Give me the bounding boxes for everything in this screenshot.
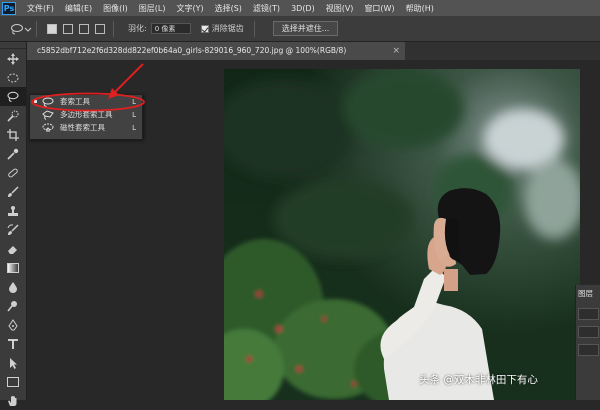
crop-tool[interactable] — [0, 125, 26, 144]
clone-stamp-icon — [8, 205, 18, 216]
document-tab[interactable]: c5852dbf712e2f6d328dd822ef0b64a0_girls-8… — [27, 42, 405, 60]
marquee-icon — [7, 73, 19, 82]
lasso-tool[interactable] — [0, 87, 26, 106]
panel-field[interactable] — [578, 326, 599, 338]
flyout-item-polygonal-lasso[interactable]: 多边形套索工具 L — [30, 108, 142, 121]
divider — [113, 20, 114, 37]
tool-preset-picker[interactable] — [10, 22, 32, 36]
hand-tool[interactable] — [0, 391, 26, 410]
flyout-item-label: 磁性套索工具 — [60, 123, 105, 132]
flyout-item-shortcut: L — [132, 123, 136, 132]
marquee-tool[interactable] — [0, 68, 26, 87]
eyedropper-icon — [7, 148, 19, 160]
add-to-selection-button[interactable] — [63, 23, 73, 34]
menu-file[interactable]: 文件(F) — [27, 3, 54, 14]
select-and-mask-button[interactable]: 选择并遮住... — [272, 21, 339, 36]
pen-tool[interactable] — [0, 315, 26, 334]
feather-label: 羽化: — [128, 24, 147, 33]
options-bar: 羽化: 0 像素 消除锯齿 选择并遮住... — [0, 16, 600, 42]
menu-image[interactable]: 图像(I) — [103, 3, 128, 14]
pen-icon — [8, 318, 18, 330]
history-brush-icon — [7, 223, 19, 235]
new-selection-button[interactable] — [47, 23, 57, 34]
eraser-tool[interactable] — [0, 239, 26, 258]
subtract-from-selection-button[interactable] — [79, 23, 89, 34]
intersect-selection-button[interactable] — [95, 23, 105, 34]
menu-view[interactable]: 视图(V) — [326, 3, 354, 14]
flyout-item-label: 套索工具 — [60, 97, 90, 106]
healing-brush-icon — [8, 168, 18, 177]
brush-icon — [8, 185, 19, 197]
healing-brush-tool[interactable] — [0, 163, 26, 182]
menu-filter[interactable]: 滤镜(T) — [253, 3, 280, 14]
antialias-checkbox[interactable] — [200, 24, 209, 33]
menu-window[interactable]: 窗口(W) — [364, 3, 394, 14]
panel-field[interactable] — [578, 308, 599, 320]
flyout-item-shortcut: L — [132, 110, 136, 119]
selected-indicator — [34, 100, 37, 103]
type-icon — [8, 338, 18, 349]
antialias-label: 消除锯齿 — [211, 24, 244, 33]
move-icon — [7, 52, 19, 65]
move-tool[interactable] — [0, 49, 26, 68]
flyout-item-label: 多边形套索工具 — [60, 110, 113, 119]
quick-select-tool[interactable] — [0, 106, 26, 125]
magnetic-lasso-icon — [42, 123, 54, 132]
toolbar-grip[interactable] — [0, 42, 26, 49]
blur-icon — [9, 281, 17, 293]
layers-panel-title: 图层 — [578, 289, 593, 298]
layers-panel[interactable]: 图层 — [575, 285, 600, 400]
tools-panel — [0, 42, 27, 406]
dodge-icon — [7, 300, 17, 311]
history-brush-tool[interactable] — [0, 220, 26, 239]
flyout-item-lasso[interactable]: 套索工具 L — [30, 95, 142, 108]
panel-field[interactable] — [578, 344, 599, 356]
lasso-tool-flyout: 套索工具 L 多边形套索工具 L 磁性套索工具 L — [29, 94, 143, 140]
quick-select-icon — [7, 110, 19, 122]
document-tab-bar: c5852dbf712e2f6d328dd822ef0b64a0_girls-8… — [27, 42, 600, 60]
crop-icon — [7, 128, 19, 141]
lasso-icon — [42, 97, 54, 107]
blur-tool[interactable] — [0, 277, 26, 296]
divider — [36, 20, 37, 37]
flyout-item-shortcut: L — [132, 97, 136, 106]
menu-help[interactable]: 帮助(H) — [406, 3, 434, 14]
photo-image — [224, 69, 580, 400]
photo-canvas[interactable] — [224, 69, 580, 400]
gradient-icon — [7, 262, 19, 273]
menu-edit[interactable]: 编辑(E) — [65, 3, 92, 14]
brush-tool[interactable] — [0, 182, 26, 201]
feather-input[interactable]: 0 像素 — [150, 23, 191, 34]
polygonal-lasso-icon — [42, 109, 54, 120]
path-select-icon — [10, 357, 17, 369]
menu-layer[interactable]: 图层(L) — [139, 3, 166, 14]
menu-bar: Ps 文件(F) 编辑(E) 图像(I) 图层(L) 文字(Y) 选择(S) 滤… — [0, 0, 600, 16]
hand-icon — [8, 395, 17, 406]
eraser-icon — [8, 245, 17, 254]
menu-select[interactable]: 选择(S) — [215, 3, 242, 14]
divider — [253, 20, 255, 37]
path-select-tool[interactable] — [0, 353, 26, 372]
gradient-tool[interactable] — [0, 258, 26, 277]
lasso-icon — [11, 23, 32, 34]
photoshop-logo: Ps — [2, 1, 16, 15]
lasso-icon — [7, 91, 19, 102]
dodge-tool[interactable] — [0, 296, 26, 315]
close-icon[interactable]: × — [392, 42, 400, 60]
watermark: 头条 @双木非林田下有心 — [419, 374, 538, 386]
document-tab-title: c5852dbf712e2f6d328dd822ef0b64a0_girls-8… — [37, 46, 347, 55]
eyedropper-tool[interactable] — [0, 144, 26, 163]
flyout-item-magnetic-lasso[interactable]: 磁性套索工具 L — [30, 121, 142, 134]
rectangle-tool[interactable] — [0, 372, 26, 391]
menu-3d[interactable]: 3D(D) — [291, 4, 315, 13]
clone-stamp-tool[interactable] — [0, 201, 26, 220]
menu-type[interactable]: 文字(Y) — [176, 3, 203, 14]
type-tool[interactable] — [0, 334, 26, 353]
rectangle-icon — [7, 376, 19, 387]
